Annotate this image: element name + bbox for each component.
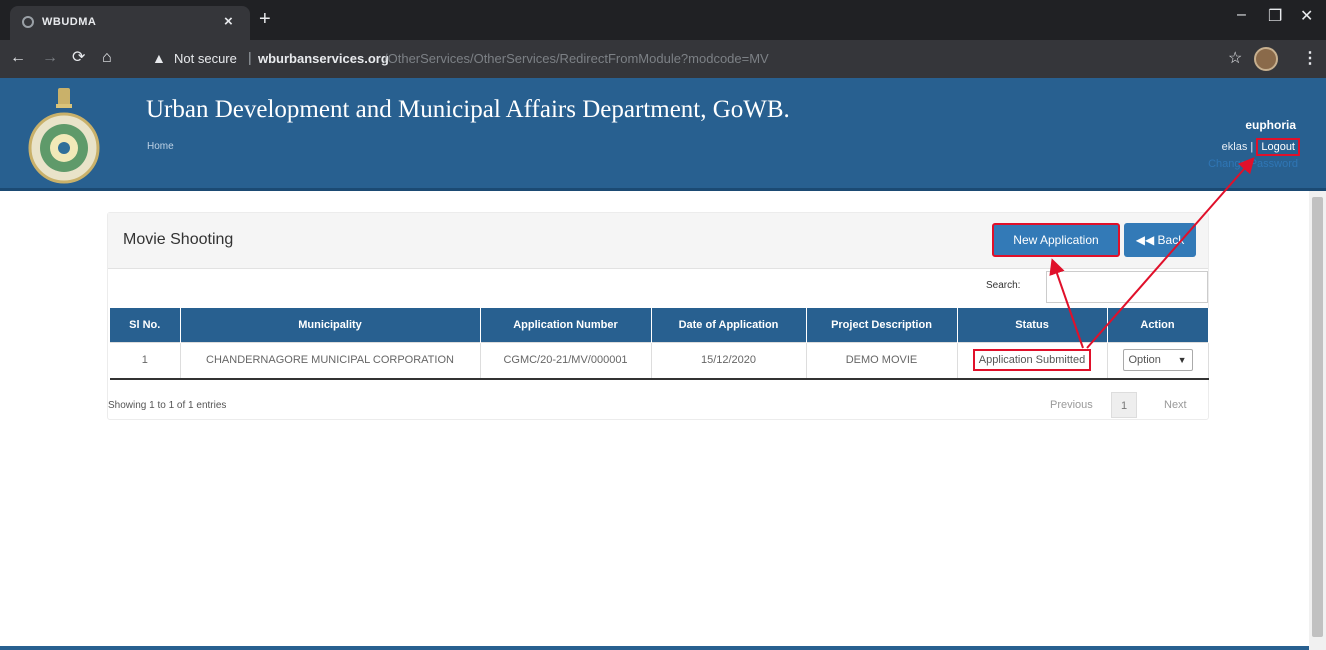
close-tab-icon[interactable]: × (224, 13, 233, 30)
column-header-sl-no[interactable]: Sl No. (110, 308, 181, 342)
column-header-status[interactable]: Status (957, 308, 1108, 342)
scrollbar-thumb[interactable] (1312, 197, 1323, 637)
search-label: Search: (986, 280, 1021, 291)
pagination-next[interactable]: Next (1164, 392, 1187, 418)
user-separator: | (1250, 141, 1254, 153)
page-scrollbar[interactable] (1309, 191, 1326, 650)
cell-date: 15/12/2020 (651, 341, 807, 380)
table-info: Showing 1 to 1 of 1 entries (108, 400, 227, 411)
url-separator: | (248, 49, 252, 65)
site-header: Urban Development and Municipal Affairs … (0, 78, 1326, 191)
table-header-row: Sl No. Municipality Application Number D… (110, 308, 1209, 342)
column-header-project-description[interactable]: Project Description (806, 308, 958, 342)
url-path: /OtherServices/OtherServices/RedirectFro… (384, 51, 769, 66)
cell-action: Option ▼ (1107, 341, 1209, 380)
chevron-down-icon: ▼ (1177, 355, 1187, 366)
back-arrow-icon[interactable]: ← (10, 49, 26, 67)
cell-municipality: CHANDERNAGORE MUNICIPAL CORPORATION (180, 341, 481, 380)
cell-sl-no: 1 (110, 341, 181, 380)
emblem-logo (28, 88, 100, 184)
site-title: Urban Development and Municipal Affairs … (146, 96, 790, 123)
user-name: euphoria (1245, 118, 1296, 132)
column-header-application-number[interactable]: Application Number (480, 308, 652, 342)
cell-application-number: CGMC/20-21/MV/000001 (480, 341, 652, 380)
applications-table: Sl No. Municipality Application Number D… (110, 308, 1209, 380)
status-badge: Application Submitted (972, 349, 1092, 372)
cell-project-description: DEMO MOVIE (806, 341, 958, 380)
change-password-link[interactable]: Change Password (1208, 158, 1298, 170)
bookmark-star-icon[interactable]: ☆ (1228, 48, 1242, 68)
minimize-icon[interactable]: – (1237, 6, 1246, 24)
new-tab-icon[interactable]: + (259, 9, 271, 29)
table-row: 1 CHANDERNAGORE MUNICIPAL CORPORATION CG… (110, 341, 1209, 380)
pagination-previous[interactable]: Previous (1050, 392, 1093, 418)
action-select-value: Option (1128, 354, 1161, 367)
browser-tab[interactable]: WBUDMA × (10, 6, 250, 40)
warning-icon: ▲ (152, 50, 166, 66)
movie-shooting-panel: Movie Shooting New Application ◀◀ Back S… (107, 212, 1209, 420)
logout-link[interactable]: Logout (1256, 138, 1300, 156)
browser-tab-bar: WBUDMA × + – ❐ ✕ (0, 0, 1326, 40)
menu-kebab-icon[interactable]: ⋮ (1302, 48, 1318, 68)
search-input[interactable] (1046, 271, 1208, 303)
globe-icon (22, 16, 34, 28)
forward-arrow-icon[interactable]: → (42, 49, 58, 67)
footer-bar (0, 646, 1309, 650)
panel-title: Movie Shooting (123, 231, 234, 248)
double-chevron-left-icon: ◀◀ (1135, 233, 1158, 247)
restore-icon[interactable]: ❐ (1268, 6, 1282, 26)
address-bar[interactable]: ▲ Not secure | wburbanservices.org /Othe… (144, 46, 1210, 72)
column-header-action[interactable]: Action (1107, 308, 1209, 342)
new-application-button[interactable]: New Application (992, 223, 1120, 257)
home-link[interactable]: Home (147, 141, 174, 152)
url-host: wburbanservices.org (258, 51, 389, 66)
action-select[interactable]: Option ▼ (1122, 349, 1193, 372)
tab-title: WBUDMA (42, 16, 97, 28)
back-button-label: Back (1157, 233, 1185, 247)
close-window-icon[interactable]: ✕ (1300, 6, 1313, 26)
cell-status: Application Submitted (957, 341, 1108, 380)
user-id: eklas (1221, 141, 1248, 153)
security-label: Not secure (174, 51, 237, 66)
user-row: eklas | Logout (1222, 138, 1300, 156)
column-header-date[interactable]: Date of Application (651, 308, 807, 342)
home-icon[interactable]: ⌂ (102, 49, 112, 67)
back-button[interactable]: ◀◀ Back (1124, 223, 1196, 257)
panel-heading: Movie Shooting New Application ◀◀ Back (108, 213, 1208, 269)
pagination-page-1[interactable]: 1 (1111, 392, 1137, 418)
browser-toolbar: ← → ⟳ ⌂ ▲ Not secure | wburbanservices.o… (0, 40, 1326, 78)
reload-icon[interactable]: ⟳ (72, 49, 85, 67)
profile-avatar[interactable] (1254, 47, 1278, 71)
column-header-municipality[interactable]: Municipality (180, 308, 481, 342)
